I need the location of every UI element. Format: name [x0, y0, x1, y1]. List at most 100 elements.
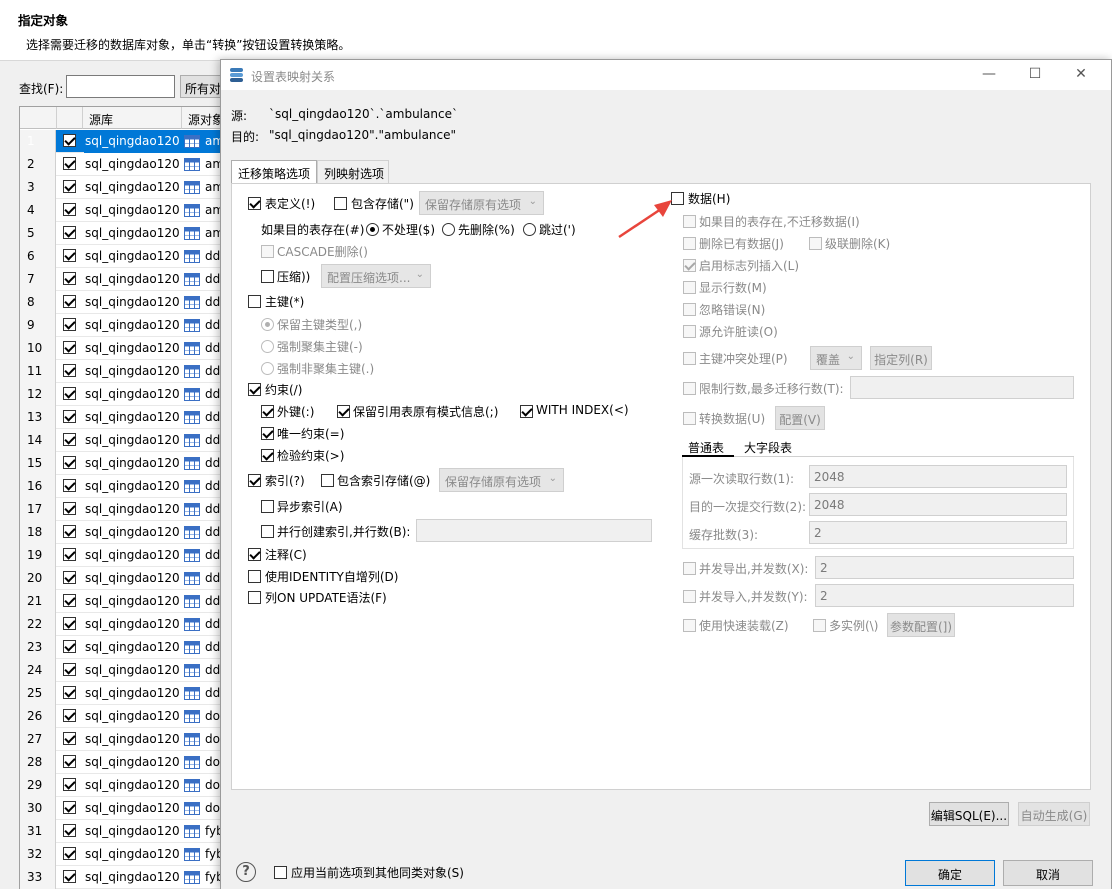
row-checkbox[interactable]: [63, 272, 76, 285]
identity-checkbox[interactable]: [248, 570, 261, 583]
if-exists-none-radio[interactable]: [366, 223, 379, 236]
row-checkbox[interactable]: [63, 203, 76, 216]
close-icon[interactable]: ✕: [1058, 60, 1104, 90]
ignore-errors-checkbox[interactable]: [683, 303, 696, 316]
row-checkbox[interactable]: [63, 341, 76, 354]
delete-existing-checkbox[interactable]: [683, 237, 696, 250]
pk-keep-radio[interactable]: [261, 318, 274, 331]
grid-header-check[interactable]: [57, 107, 83, 129]
row-checkbox[interactable]: [63, 686, 76, 699]
async-index-checkbox[interactable]: [261, 500, 274, 513]
include-storage-checkbox[interactable]: [334, 197, 347, 210]
cascade-delete-checkbox[interactable]: [261, 245, 274, 258]
row-checkbox[interactable]: [63, 180, 76, 193]
apply-others-checkbox[interactable]: [274, 866, 287, 879]
row-checkbox[interactable]: [63, 709, 76, 722]
convert-data-checkbox[interactable]: [683, 412, 696, 425]
row-checkbox[interactable]: [63, 410, 76, 423]
cancel-button[interactable]: 取消: [1003, 860, 1093, 886]
row-checkbox[interactable]: [63, 249, 76, 262]
comment-checkbox[interactable]: [248, 548, 261, 561]
param-config-button[interactable]: 参数配置(]): [887, 613, 955, 637]
limit-rows-checkbox[interactable]: [683, 382, 696, 395]
parallel-export-input[interactable]: 2: [815, 556, 1074, 579]
row-checkbox[interactable]: [63, 364, 76, 377]
tab-lob-table[interactable]: 大字段表: [744, 439, 792, 456]
row-checkbox[interactable]: [63, 295, 76, 308]
row-checkbox[interactable]: [63, 525, 76, 538]
no-migrate-if-exists-checkbox[interactable]: [683, 215, 696, 228]
pk-clustered-radio[interactable]: [261, 340, 274, 353]
unique-constraint-checkbox[interactable]: [261, 427, 274, 440]
index-checkbox[interactable]: [248, 474, 261, 487]
row-checkbox[interactable]: [63, 456, 76, 469]
parallel-index-checkbox[interactable]: [261, 525, 274, 538]
row-checkbox[interactable]: [63, 134, 76, 147]
tab-column-mapping[interactable]: 列映射选项: [317, 160, 389, 183]
edit-sql-button[interactable]: 编辑SQL(E)...: [929, 802, 1009, 826]
with-index-checkbox[interactable]: [520, 405, 533, 418]
row-checkbox[interactable]: [63, 870, 76, 883]
grid-header-source-db[interactable]: 源库: [83, 107, 182, 129]
row-checkbox[interactable]: [63, 640, 76, 653]
identity-insert-checkbox[interactable]: [683, 259, 696, 272]
pk-conflict-checkbox[interactable]: [683, 352, 696, 365]
show-rows-checkbox[interactable]: [683, 281, 696, 294]
compress-checkbox[interactable]: [261, 270, 274, 283]
if-exists-skip-radio[interactable]: [523, 223, 536, 236]
ok-button[interactable]: 确定: [905, 860, 995, 886]
row-checkbox[interactable]: [63, 433, 76, 446]
foreign-key-checkbox[interactable]: [261, 405, 274, 418]
dialog-titlebar[interactable]: 设置表映射关系 — ☐ ✕: [221, 60, 1111, 90]
if-exists-drop-radio[interactable]: [442, 223, 455, 236]
limit-rows-input[interactable]: [850, 376, 1074, 399]
cascade-delete-data-checkbox[interactable]: [809, 237, 822, 250]
row-checkbox[interactable]: [63, 157, 76, 170]
constraint-checkbox[interactable]: [248, 383, 261, 396]
include-index-storage-checkbox[interactable]: [321, 474, 334, 487]
auto-generate-button[interactable]: 自动生成(G): [1018, 802, 1090, 826]
primary-key-checkbox[interactable]: [248, 295, 261, 308]
maximize-icon[interactable]: ☐: [1012, 60, 1058, 90]
config-button[interactable]: 配置(V): [775, 406, 825, 430]
read-rows-input[interactable]: 2048: [809, 465, 1067, 488]
specify-column-button[interactable]: 指定列(R): [870, 346, 932, 370]
row-checkbox[interactable]: [63, 571, 76, 584]
parallel-export-checkbox[interactable]: [683, 562, 696, 575]
parallel-import-checkbox[interactable]: [683, 590, 696, 603]
tab-normal-table[interactable]: 普通表: [688, 439, 724, 456]
row-checkbox[interactable]: [63, 663, 76, 676]
on-update-checkbox[interactable]: [248, 591, 261, 604]
cache-batches-input[interactable]: 2: [809, 521, 1067, 544]
row-checkbox[interactable]: [63, 617, 76, 630]
row-checkbox[interactable]: [63, 755, 76, 768]
find-input[interactable]: [66, 75, 175, 98]
row-checkbox[interactable]: [63, 548, 76, 561]
row-checkbox[interactable]: [63, 318, 76, 331]
row-checkbox[interactable]: [63, 479, 76, 492]
check-constraint-checkbox[interactable]: [261, 449, 274, 462]
allow-dirty-read-checkbox[interactable]: [683, 325, 696, 338]
table-def-checkbox[interactable]: [248, 197, 261, 210]
parallel-import-input[interactable]: 2: [815, 584, 1074, 607]
row-checkbox[interactable]: [63, 594, 76, 607]
row-checkbox[interactable]: [63, 387, 76, 400]
row-checkbox[interactable]: [63, 778, 76, 791]
index-keep-storage-dropdown[interactable]: 保留存储原有选项 ⌄: [439, 468, 564, 492]
compress-config-dropdown[interactable]: 配置压缩选项... ⌄: [321, 264, 431, 288]
row-checkbox[interactable]: [63, 801, 76, 814]
pk-nonclustered-radio[interactable]: [261, 362, 274, 375]
row-checkbox[interactable]: [63, 226, 76, 239]
commit-rows-input[interactable]: 2048: [809, 493, 1067, 516]
fast-load-checkbox[interactable]: [683, 619, 696, 632]
row-checkbox[interactable]: [63, 502, 76, 515]
minimize-icon[interactable]: —: [966, 60, 1012, 90]
parallel-index-input[interactable]: [416, 519, 652, 542]
row-checkbox[interactable]: [63, 732, 76, 745]
help-icon[interactable]: ?: [236, 862, 256, 882]
keep-ref-schema-checkbox[interactable]: [337, 405, 350, 418]
keep-storage-dropdown[interactable]: 保留存储原有选项 ⌄: [419, 191, 544, 215]
row-checkbox[interactable]: [63, 847, 76, 860]
tab-migration-strategy[interactable]: 迁移策略选项: [231, 160, 317, 184]
row-checkbox[interactable]: [63, 824, 76, 837]
